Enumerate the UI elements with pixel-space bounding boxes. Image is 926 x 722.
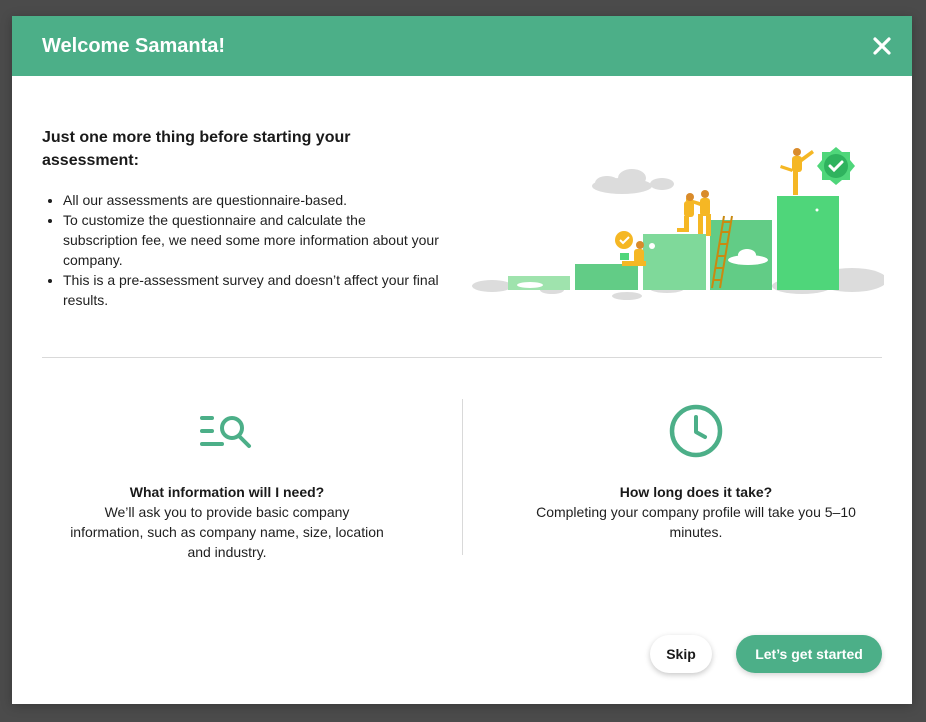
list-item: To customize the questionnaire and calcu… [63, 210, 442, 270]
search-list-icon [200, 416, 251, 448]
clock-icon [669, 404, 723, 458]
column-divider [462, 399, 463, 555]
list-item: All our assessments are questionnaire-ba… [63, 190, 442, 210]
info-text: Completing your company profile will tak… [536, 504, 856, 540]
intro-heading: Just one more thing before starting your… [42, 129, 351, 169]
dialog-header: Welcome Samanta! [12, 16, 912, 76]
info-title: What information will I need? [129, 484, 325, 500]
skip-button[interactable]: Skip [650, 635, 712, 673]
close-icon [873, 37, 891, 55]
intro-section: Just one more thing before starting your… [42, 126, 442, 310]
intro-list: All our assessments are questionnaire-ba… [42, 190, 442, 310]
team-climbing-steps-illustration [472, 147, 884, 300]
dialog-title: Welcome Samanta! [42, 34, 226, 57]
section-divider [42, 357, 882, 358]
list-item: This is a pre-assessment survey and does… [63, 270, 442, 310]
close-button[interactable] [870, 34, 894, 58]
info-text: We’ll ask you to provide basic company i… [70, 504, 384, 560]
info-card-requirements: What information will I need? We’ll ask … [67, 401, 387, 562]
info-title: How long does it take? [619, 484, 773, 500]
get-started-button[interactable]: Let’s get started [736, 635, 882, 673]
info-card-duration: How long does it take? Completing your c… [536, 401, 856, 542]
welcome-dialog: Welcome Samanta! Just one more thing bef… [12, 16, 912, 704]
